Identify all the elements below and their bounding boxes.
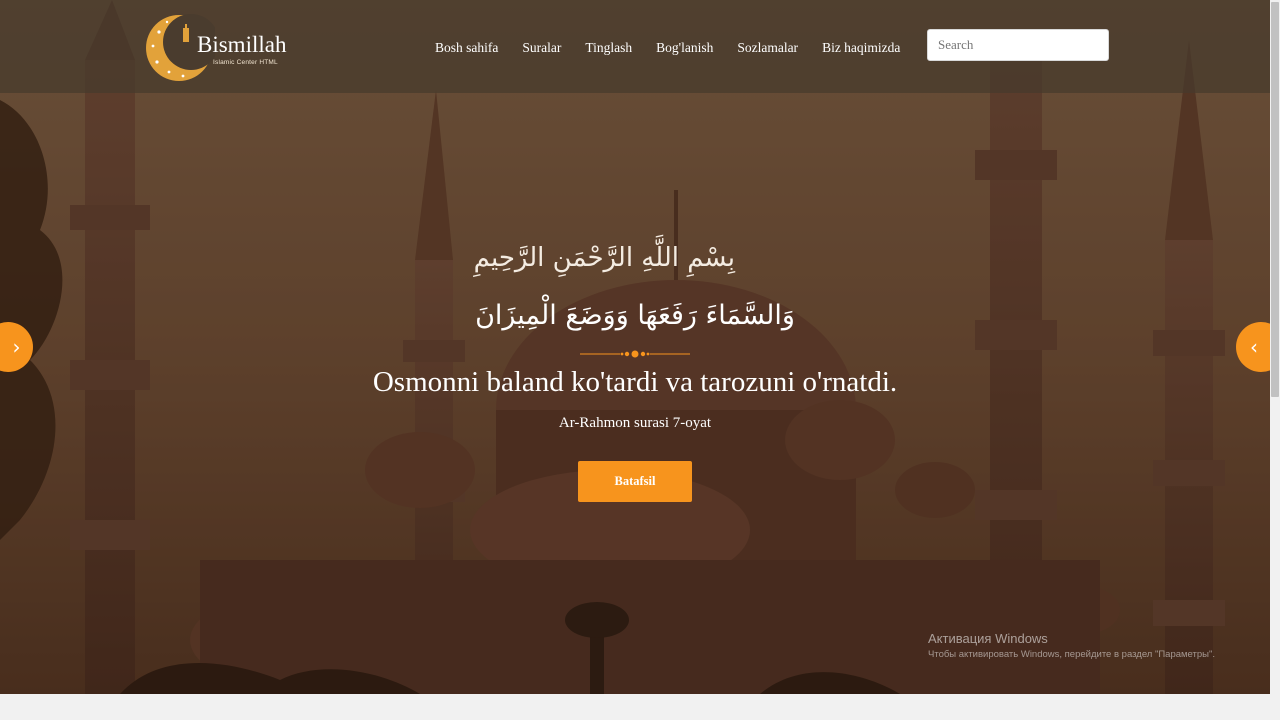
page-scrollbar[interactable] (1270, 0, 1280, 720)
ayah-reference: Ar-Rahmon surasi 7-oyat (558, 415, 712, 431)
top-navbar: Bismillah Islamic Center HTML Bosh sahif… (0, 0, 1270, 93)
ornament-divider-icon (580, 350, 690, 358)
search-input[interactable] (927, 29, 1109, 61)
nav-item-about[interactable]: Biz haqimizda (822, 40, 900, 56)
chevron-left-icon: ‹ (1250, 335, 1258, 359)
nav-item-listen[interactable]: Tinglash (585, 40, 632, 56)
hero-slider: بِسْمِ اللَّهِ الرَّحْمَنِ الرَّحِيمِ وَ… (0, 0, 1270, 694)
ayah-arabic-text: وَالسَّمَاءَ رَفَعَهَا وَوَضَعَ الْمِيزَ… (475, 300, 795, 331)
nav-item-home[interactable]: Bosh sahifa (435, 40, 498, 56)
brand-tagline: Islamic Center HTML (213, 59, 278, 66)
nav-menu: Bosh sahifa Suralar Tinglash Bog'lanish … (423, 40, 912, 56)
windows-activation-watermark: Активация Windows Чтобы активировать Win… (928, 631, 1268, 660)
brand-logo[interactable]: Bismillah Islamic Center HTML (145, 12, 305, 82)
brand-name: Bismillah (197, 32, 287, 57)
bismillah-calligraphy: بِسْمِ اللَّهِ الرَّحْمَنِ الرَّحِيمِ (473, 243, 735, 273)
details-button[interactable]: Batafsil (578, 461, 692, 502)
scrollbar-thumb[interactable] (1271, 2, 1279, 397)
nav-item-surahs[interactable]: Suralar (522, 40, 561, 56)
nav-item-contact[interactable]: Bog'lanish (656, 40, 713, 56)
ayah-translation: Osmonni baland ko'tardi va tarozuni o'rn… (372, 366, 898, 398)
chevron-right-icon: › (12, 335, 21, 359)
activation-subtitle: Чтобы активировать Windows, перейдите в … (928, 649, 1215, 660)
activation-title: Активация Windows (928, 631, 1048, 646)
next-section-strip (0, 694, 1270, 720)
nav-item-settings[interactable]: Sozlamalar (737, 40, 798, 56)
